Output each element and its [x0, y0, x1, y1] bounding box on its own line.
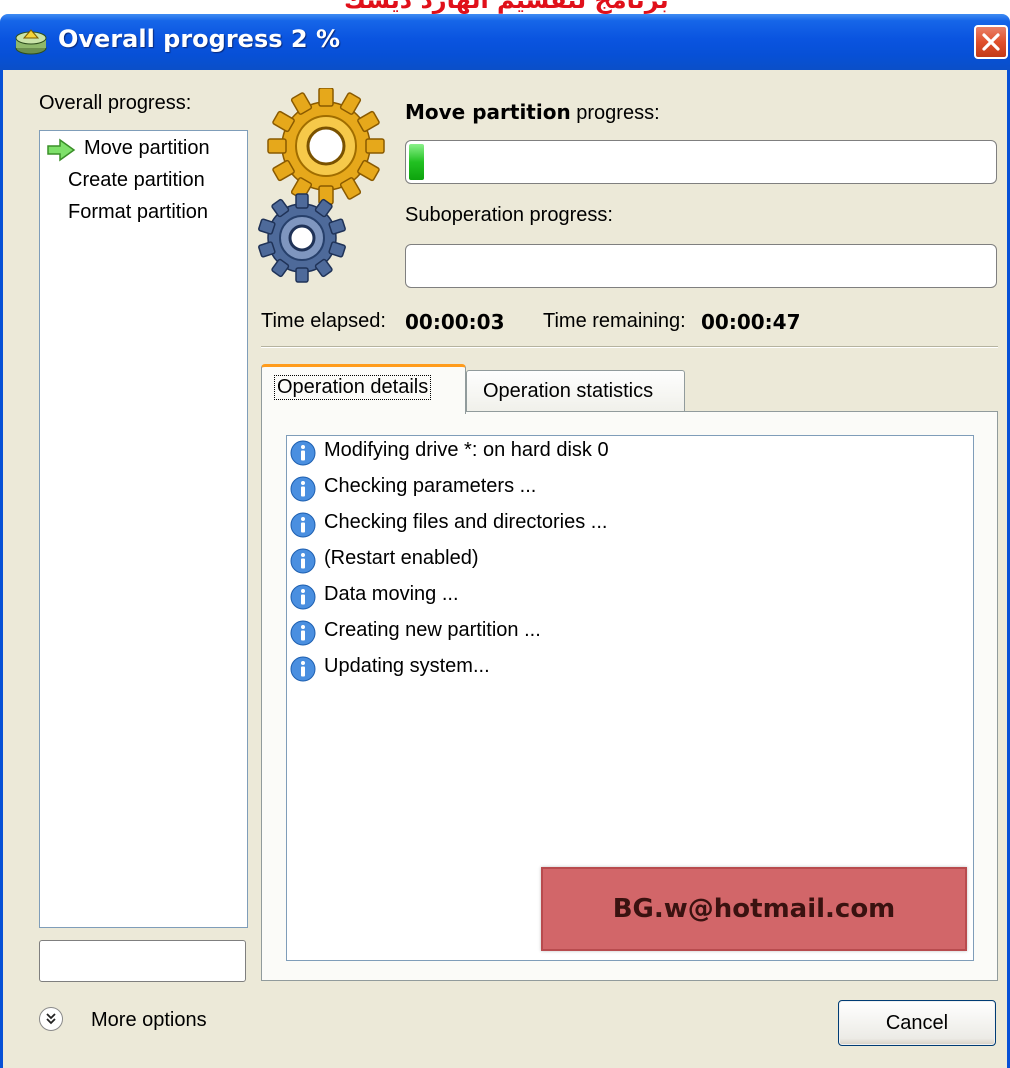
- close-icon: [982, 33, 1000, 51]
- operation-progress-fill: [409, 144, 424, 180]
- time-remaining-value: 00:00:47: [701, 310, 801, 334]
- operation-label: Format partition: [68, 201, 209, 223]
- suboperation-progress-label: Suboperation progress:: [405, 204, 613, 226]
- operation-progress-bar: [405, 140, 997, 184]
- log-text: Modifying drive *: on hard disk 0: [324, 439, 609, 461]
- operation-info-box: [39, 940, 246, 982]
- log-text: Updating system...: [324, 655, 490, 677]
- info-icon: [290, 584, 316, 610]
- operation-item[interactable]: Move partition: [40, 135, 245, 165]
- top-banner: برنامج لتقسيم الهارد ديسك: [0, 0, 1010, 14]
- expand-chevron-icon[interactable]: [39, 1007, 63, 1031]
- watermark-text: BG.w@hotmail.com: [612, 894, 896, 924]
- operations-list[interactable]: Move partition Create partition Format p…: [39, 130, 248, 928]
- disk-app-icon: [15, 29, 47, 55]
- separator: [261, 346, 998, 348]
- window-title: Overall progress 2 %: [58, 25, 340, 53]
- log-text: Checking parameters ...: [324, 475, 537, 497]
- info-icon: [290, 656, 316, 682]
- info-icon: [290, 476, 316, 502]
- current-operation-arrow-icon: [47, 138, 76, 162]
- info-icon: [290, 512, 316, 538]
- operation-name: Move partition: [405, 100, 571, 124]
- time-elapsed-value: 00:00:03: [405, 310, 505, 334]
- gears-icon: [258, 88, 385, 283]
- overall-progress-heading: Overall progress:: [39, 92, 192, 114]
- tab-label: Operation statistics: [483, 380, 654, 402]
- banner-text: برنامج لتقسيم الهارد ديسك: [344, 0, 669, 14]
- cancel-button-label: Cancel: [885, 1012, 949, 1034]
- log-item: Creating new partition ...: [289, 616, 969, 650]
- dialog-body: Overall progress: Move partition Create …: [0, 70, 1010, 1068]
- info-icon: [290, 620, 316, 646]
- tab-operation-statistics[interactable]: Operation statistics: [466, 370, 685, 412]
- operation-progress-label: Move partition progress:: [405, 100, 660, 125]
- operation-progress-suffix: progress:: [570, 102, 660, 124]
- log-text: Creating new partition ...: [324, 619, 541, 641]
- title-bar: Overall progress 2 %: [0, 14, 1010, 70]
- log-text: Checking files and directories ...: [324, 511, 608, 533]
- log-item: (Restart enabled): [289, 544, 969, 578]
- info-icon: [290, 440, 316, 466]
- log-item: Data moving ...: [289, 580, 969, 614]
- email-watermark: BG.w@hotmail.com: [541, 867, 967, 951]
- log-item: Checking files and directories ...: [289, 508, 969, 542]
- operation-label: Move partition: [84, 137, 210, 159]
- operation-label: Create partition: [68, 169, 205, 191]
- more-options-link[interactable]: More options: [91, 1009, 207, 1032]
- log-text: Data moving ...: [324, 583, 459, 605]
- operation-item[interactable]: Create partition: [40, 167, 245, 197]
- progress-dialog: Overall progress 2 % Overall progress: M…: [0, 14, 1010, 1068]
- tab-label: Operation details: [274, 375, 432, 400]
- log-item: Modifying drive *: on hard disk 0: [289, 436, 969, 470]
- suboperation-progress-bar: [405, 244, 997, 288]
- tab-operation-details[interactable]: Operation details: [261, 364, 466, 414]
- info-icon: [290, 548, 316, 574]
- close-button[interactable]: [974, 25, 1008, 59]
- cancel-button[interactable]: Cancel: [838, 1000, 996, 1046]
- time-elapsed-label: Time elapsed:: [261, 310, 386, 332]
- time-remaining-label: Time remaining:: [543, 310, 686, 332]
- log-item: Checking parameters ...: [289, 472, 969, 506]
- operation-item[interactable]: Format partition: [40, 199, 245, 229]
- log-text: (Restart enabled): [324, 547, 479, 569]
- log-item: Updating system...: [289, 652, 969, 686]
